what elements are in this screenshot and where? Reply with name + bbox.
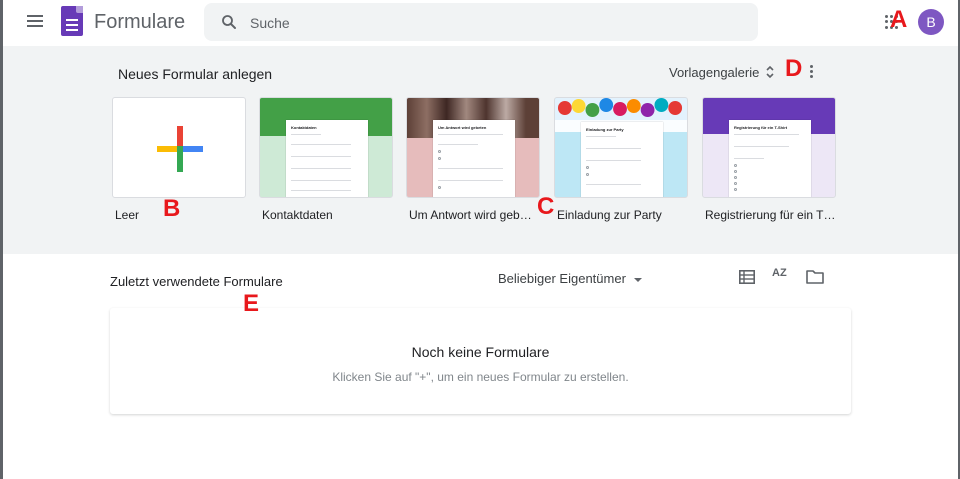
owner-filter-label: Beliebiger Eigentümer: [498, 271, 626, 286]
search-input[interactable]: [250, 15, 730, 31]
app-title[interactable]: Formulare: [94, 11, 185, 34]
template-thumbnail[interactable]: Registrierung für ein T-Shirt: [702, 97, 836, 198]
owner-filter-dropdown[interactable]: Beliebiger Eigentümer: [498, 271, 642, 286]
template-gallery-button[interactable]: Vorlagengalerie: [669, 65, 759, 80]
template-card-label: Einladung zur Party: [557, 208, 662, 222]
template-card-label: Um Antwort wird geb…: [409, 208, 532, 222]
annotation-label-c: C: [537, 193, 555, 220]
template-preview-sheet: Um Antwort wird gebeten: [433, 120, 515, 197]
app-header: Formulare B: [3, 0, 958, 46]
template-preview-title: Registrierung für ein T-Shirt: [734, 125, 788, 130]
search-icon[interactable]: [220, 13, 238, 31]
annotation-label-e: E: [243, 290, 260, 317]
template-card-tshirt[interactable]: Registrierung für ein T-Shirt Registrier…: [702, 97, 836, 222]
annotation-label-a: A: [890, 6, 908, 33]
sort-az-icon[interactable]: AZ: [772, 267, 787, 279]
template-card-rsvp[interactable]: Um Antwort wird gebeten Um Antwort wird …: [406, 97, 540, 222]
template-preview-sheet: Kontaktdaten: [286, 120, 368, 197]
template-thumbnail[interactable]: Einladung zur Party: [554, 97, 688, 198]
recent-forms-title: Zuletzt verwendete Formulare: [110, 274, 283, 289]
template-thumbnail[interactable]: Kontaktdaten: [259, 97, 393, 198]
more-vert-icon[interactable]: [810, 65, 814, 81]
forms-logo-icon[interactable]: [61, 6, 83, 36]
template-preview-title: Einladung zur Party: [586, 127, 624, 132]
hamburger-menu-icon[interactable]: [25, 12, 47, 34]
template-section: Neues Formular anlegen Vorlagengalerie L…: [3, 46, 958, 254]
template-card-party[interactable]: Einladung zur Party Einladung zur Party: [554, 97, 688, 222]
plus-icon: [157, 126, 203, 172]
template-card-label: Registrierung für ein T…: [705, 208, 836, 222]
template-card-contact[interactable]: Kontaktdaten Kontaktdaten: [259, 97, 393, 222]
template-card-label: Kontaktdaten: [262, 208, 333, 222]
account-avatar[interactable]: B: [918, 9, 944, 35]
template-thumbnail[interactable]: Um Antwort wird gebeten: [406, 97, 540, 198]
template-preview-sheet: Einladung zur Party: [581, 122, 663, 197]
list-view-icon[interactable]: [739, 270, 755, 284]
empty-state-title: Noch keine Formulare: [411, 344, 550, 360]
template-thumbnail[interactable]: [112, 97, 246, 198]
empty-state-hint: Klicken Sie auf "+", um ein neues Formul…: [332, 370, 629, 384]
empty-state-panel: Noch keine Formulare Klicken Sie auf "+"…: [110, 308, 851, 414]
template-preview-title: Kontaktdaten: [291, 125, 317, 130]
annotation-label-d: D: [785, 55, 803, 82]
template-preview-sheet: Registrierung für ein T-Shirt: [729, 120, 811, 197]
folder-icon[interactable]: [806, 269, 824, 284]
annotation-label-b: B: [163, 195, 181, 222]
expand-collapse-icon[interactable]: [765, 64, 775, 80]
dropdown-caret-icon: [633, 277, 642, 282]
template-section-title: Neues Formular anlegen: [118, 66, 273, 82]
template-preview-title: Um Antwort wird gebeten: [438, 125, 487, 130]
search-bar[interactable]: [204, 3, 758, 41]
